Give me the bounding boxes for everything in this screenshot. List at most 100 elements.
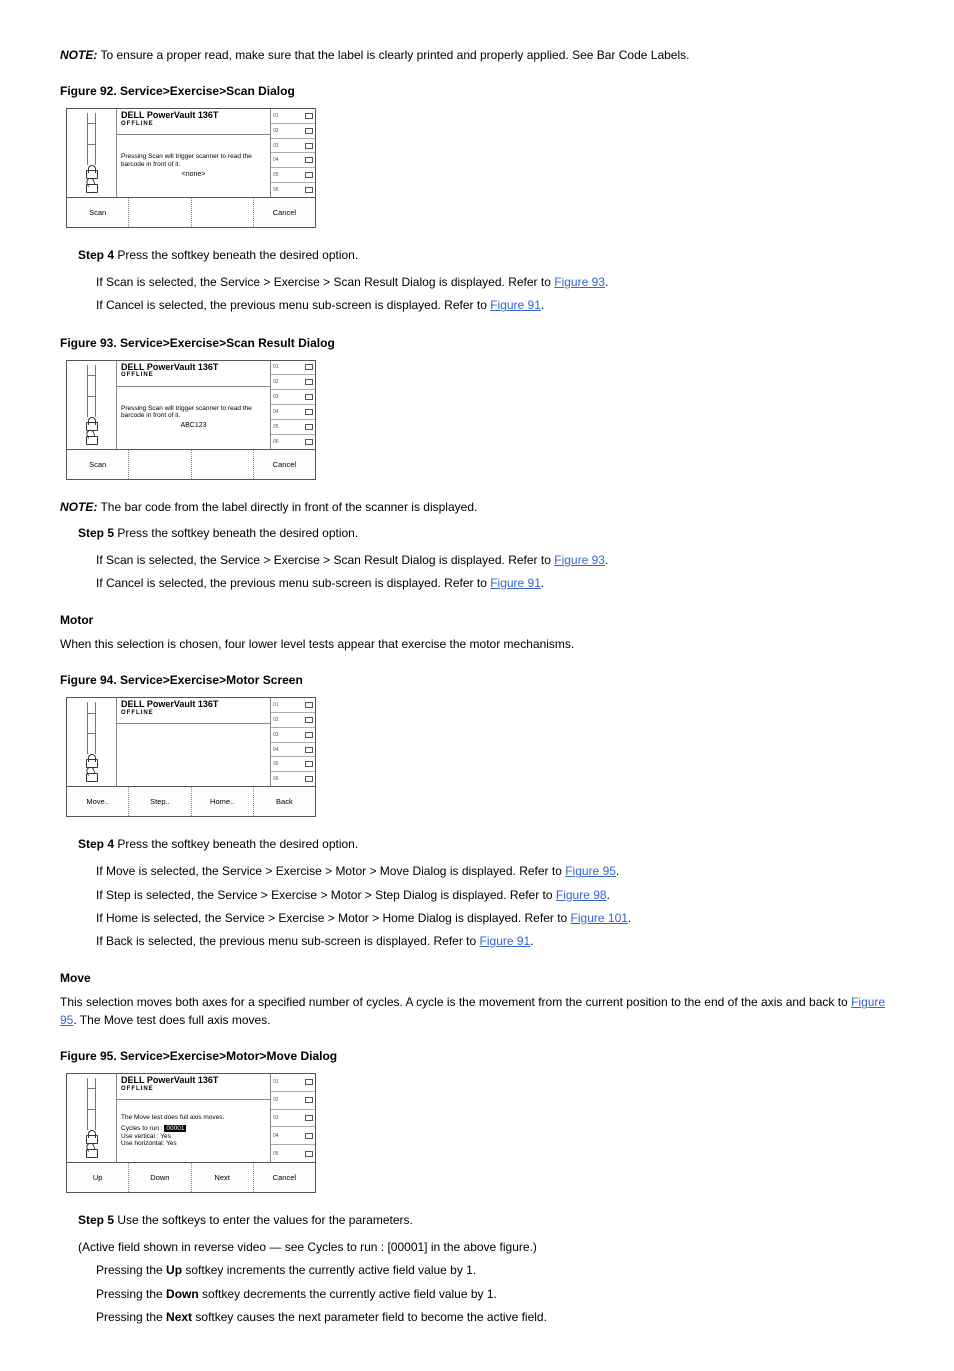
softkey-name: Down xyxy=(166,1287,199,1301)
drive-tag: 02 xyxy=(273,1097,279,1103)
drive-box-icon xyxy=(305,424,313,430)
figure95-image: DELL PowerVault 136T OFFLINE The Move te… xyxy=(66,1073,316,1193)
drive-status-column: 01 02 03 04 05 06 xyxy=(271,698,315,786)
drive-box-icon xyxy=(305,732,313,738)
drive-box-icon xyxy=(305,157,313,163)
drive-box-icon xyxy=(305,702,313,708)
item-text: softkey increments the currently active … xyxy=(182,1263,476,1277)
item-text: If Move is selected, the Service > Exerc… xyxy=(96,864,565,878)
drive-box-icon xyxy=(305,143,313,149)
message-text: The Move test does full axis moves. xyxy=(121,1114,266,1122)
softkey-scan: Scan xyxy=(67,198,129,227)
link-figure93[interactable]: Figure 93 xyxy=(554,553,605,567)
move-text: This selection moves both axes for a spe… xyxy=(60,993,894,1029)
softkey-empty xyxy=(129,450,191,479)
device-logo: DELL PowerVault 136T OFFLINE xyxy=(117,698,270,724)
link-figure95[interactable]: Figure 95 xyxy=(565,864,616,878)
offline-text: OFFLINE xyxy=(121,121,266,128)
drive-tag: 03 xyxy=(273,143,279,149)
step5b: Step 5 Use the softkeys to enter the val… xyxy=(78,1211,894,1230)
logo-text: DELL PowerVault 136T xyxy=(121,700,266,710)
drive-box-icon xyxy=(305,717,313,723)
figure92-label: Figure 92. Service>Exercise>Scan Dialog xyxy=(60,82,894,100)
drive-box-icon xyxy=(305,1151,313,1157)
list-item: Pressing the Up softkey increments the c… xyxy=(96,1261,894,1280)
drive-box-icon xyxy=(305,776,313,782)
item-text: Pressing the xyxy=(96,1287,166,1301)
param-horizontal-value: Yes xyxy=(166,1140,177,1147)
scan-result: ABC123 xyxy=(121,422,266,430)
drive-tag: 05 xyxy=(273,424,279,430)
drive-box-icon xyxy=(305,1097,313,1103)
move-text-post: . The Move test does full axis moves. xyxy=(73,1013,270,1027)
item-text: Pressing the xyxy=(96,1310,166,1324)
note-label: NOTE: xyxy=(60,48,97,62)
logo-text: DELL PowerVault 136T xyxy=(121,1076,266,1086)
softkey-move: Move.. xyxy=(67,787,129,816)
drive-box-icon xyxy=(305,439,313,445)
drive-box-icon xyxy=(305,364,313,370)
note-label: NOTE: xyxy=(60,500,97,514)
logo-text: DELL PowerVault 136T xyxy=(121,111,266,121)
link-figure101[interactable]: Figure 101 xyxy=(571,911,628,925)
drive-status-column: 01 02 03 04 05 xyxy=(271,1074,315,1162)
step-text: Press the softkey beneath the desired op… xyxy=(114,526,358,540)
drive-tag: 06 xyxy=(273,776,279,782)
step-number: Step 5 xyxy=(78,526,114,540)
drive-box-icon xyxy=(305,1079,313,1085)
figure93-label: Figure 93. Service>Exercise>Scan Result … xyxy=(60,334,894,352)
figure94-image: DELL PowerVault 136T OFFLINE 01 02 03 04… xyxy=(66,697,316,817)
drive-box-icon xyxy=(305,113,313,119)
device-logo: DELL PowerVault 136T OFFLINE xyxy=(117,1074,270,1100)
device-left-panel xyxy=(67,698,117,786)
softkey-down: Down xyxy=(129,1163,191,1192)
list-item: Pressing the Next softkey causes the nex… xyxy=(96,1308,894,1327)
figure94-label: Figure 94. Service>Exercise>Motor Screen xyxy=(60,671,894,689)
move-text-pre: This selection moves both axes for a spe… xyxy=(60,995,851,1009)
move-heading: Move xyxy=(60,969,894,987)
link-figure91[interactable]: Figure 91 xyxy=(490,576,541,590)
item-text: If Scan is selected, the Service > Exerc… xyxy=(96,553,554,567)
param-vertical-label: Use vertical : xyxy=(121,1133,159,1140)
drive-box-icon xyxy=(305,747,313,753)
list-item: If Home is selected, the Service > Exerc… xyxy=(96,909,894,928)
step4: Step 4 Press the softkey beneath the des… xyxy=(78,246,894,265)
link-figure93[interactable]: Figure 93 xyxy=(554,275,605,289)
drive-tag: 06 xyxy=(273,439,279,445)
drive-tag: 05 xyxy=(273,1151,279,1157)
device-message: Pressing Scan will trigger scanner to re… xyxy=(117,387,270,449)
list-item: If Move is selected, the Service > Exerc… xyxy=(96,862,894,881)
step5: Step 5 Press the softkey beneath the des… xyxy=(78,524,894,543)
link-figure98[interactable]: Figure 98 xyxy=(556,888,607,902)
param-cycles-label: Cycles to run : xyxy=(121,1125,163,1132)
step-number: Step 4 xyxy=(78,248,114,262)
item-text: If Back is selected, the previous menu s… xyxy=(96,934,480,948)
drive-tag: 04 xyxy=(273,157,279,163)
softkey-cancel: Cancel xyxy=(254,198,315,227)
drive-box-icon xyxy=(305,379,313,385)
step4b: Step 4 Press the softkey beneath the des… xyxy=(78,835,894,854)
step-text: Press the softkey beneath the desired op… xyxy=(114,248,358,262)
note-barcode-displayed: NOTE: The bar code from the label direct… xyxy=(60,498,894,516)
drive-box-icon xyxy=(305,128,313,134)
unlock-icon xyxy=(85,431,99,445)
note-text: The bar code from the label directly in … xyxy=(97,500,477,514)
drive-tag: 01 xyxy=(273,364,279,370)
drive-tag: 06 xyxy=(273,187,279,193)
list-item: If Step is selected, the Service > Exerc… xyxy=(96,886,894,905)
figure95-label: Figure 95. Service>Exercise>Motor>Move D… xyxy=(60,1047,894,1065)
link-figure91[interactable]: Figure 91 xyxy=(490,298,541,312)
step4-item: If Cancel is selected, the previous menu… xyxy=(96,296,894,315)
softkey-name: Next xyxy=(166,1310,192,1324)
drive-tag: 04 xyxy=(273,1133,279,1139)
offline-text: OFFLINE xyxy=(121,372,266,379)
device-logo: DELL PowerVault 136T OFFLINE xyxy=(117,361,270,387)
link-figure91[interactable]: Figure 91 xyxy=(480,934,531,948)
slot-scale xyxy=(87,702,96,754)
figure92-image: DELL PowerVault 136T OFFLINE Pressing Sc… xyxy=(66,108,316,228)
offline-text: OFFLINE xyxy=(121,1086,266,1093)
softkey-step: Step.. xyxy=(129,787,191,816)
device-left-panel xyxy=(67,109,117,197)
motor-text: When this selection is chosen, four lowe… xyxy=(60,635,894,653)
drive-tag: 04 xyxy=(273,409,279,415)
